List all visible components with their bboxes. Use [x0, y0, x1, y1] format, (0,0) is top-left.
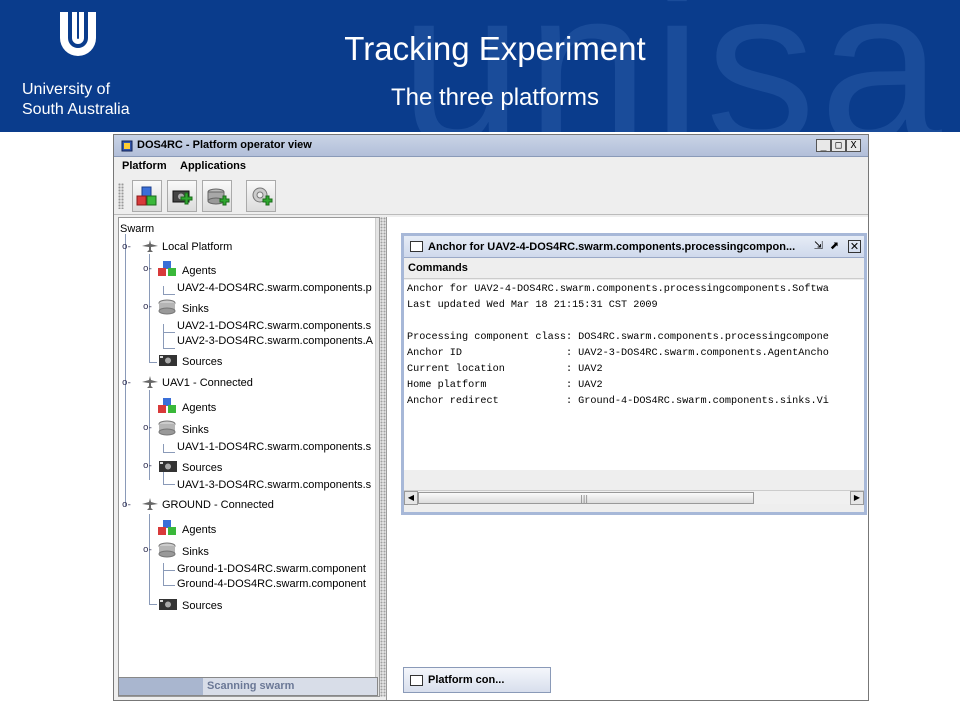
tree-node-sinks[interactable]: Sinks [157, 299, 209, 315]
text-line: Last updated Wed Mar 18 21:15:31 CST 200… [407, 300, 658, 311]
tree-leaf-sink[interactable]: UAV2-1-DOS4RC.swarm.components.s [177, 318, 371, 334]
taskbar-button-label: Platform con... [428, 674, 505, 686]
tree-node-sources[interactable]: Sources [157, 458, 222, 474]
status-progress [119, 678, 203, 695]
tree-leaf-sink[interactable]: UAV1-1-DOS4RC.swarm.components.s [177, 439, 371, 455]
tree-leaf-source[interactable]: UAV1-3-DOS4RC.swarm.components.s [177, 477, 371, 493]
tree-node-agents[interactable]: Agents [157, 261, 216, 277]
agents-cubes-icon [158, 520, 176, 535]
minimize-button[interactable]: _ [816, 139, 831, 152]
menu-commands[interactable]: Commands [408, 262, 468, 274]
tree-leaf-sink[interactable]: UAV2-3-DOS4RC.swarm.components.A [177, 333, 373, 349]
menu-platform[interactable]: Platform [122, 160, 167, 172]
slide-header: unisa University of South Australia Trac… [0, 0, 960, 132]
close-button[interactable]: X [846, 139, 861, 152]
text-line: Anchor redirect : Ground-4-DOS4RC.swarm.… [407, 396, 829, 407]
tree-toggle[interactable]: o- [143, 461, 152, 471]
sinks-disk-icon [158, 299, 176, 315]
tree-toggle[interactable]: o- [143, 423, 152, 433]
tree-node-local-platform[interactable]: Local Platform [141, 239, 232, 255]
tree-node-uav1[interactable]: UAV1 - Connected [141, 375, 253, 391]
swarm-tree[interactable]: Swarm o- Local Platform o- Agents UAV2-4… [118, 217, 380, 697]
airplane-icon [142, 240, 158, 252]
toolbar-button-add-platform[interactable] [246, 180, 276, 212]
toolbar [114, 177, 868, 215]
menu-applications[interactable]: Applications [180, 160, 246, 172]
maximize-button[interactable]: □ [831, 139, 846, 152]
toolbar-button-add-source[interactable] [167, 180, 197, 212]
scroll-left-icon[interactable]: ◀ [404, 491, 418, 505]
tree-toggle[interactable]: o- [122, 242, 131, 252]
text-line: Current location : UAV2 [407, 364, 603, 375]
window-titlebar[interactable]: DOS4RC - Platform operator view _ □ X [114, 135, 868, 157]
anchor-internal-frame: Anchor for UAV2-4-DOS4RC.swarm.component… [401, 233, 867, 515]
sources-camera-icon [159, 599, 177, 610]
horizontal-scrollbar[interactable]: ◀ ||| ▶ [404, 490, 864, 505]
iconify-icon[interactable]: ⇲ [812, 240, 825, 253]
add-platform-icon [252, 187, 273, 206]
window-title: DOS4RC - Platform operator view [137, 139, 312, 151]
tree-node-sinks[interactable]: Sinks [157, 542, 209, 558]
tree-leaf-sink[interactable]: Ground-1-DOS4RC.swarm.component [177, 561, 366, 577]
sinks-disk-icon [158, 420, 176, 436]
text-line: Anchor for UAV2-4-DOS4RC.swarm.component… [407, 284, 829, 295]
toolbar-grip[interactable] [118, 183, 124, 209]
tree-node-sources[interactable]: Sources [157, 352, 222, 368]
tree-toggle[interactable]: o- [143, 545, 152, 555]
airplane-icon [142, 376, 158, 388]
tree-toggle[interactable]: o- [122, 500, 131, 510]
status-text: Scanning swarm [207, 680, 295, 692]
sources-camera-icon [159, 461, 177, 472]
tree-root-swarm[interactable]: Swarm [120, 221, 154, 237]
window-icon [410, 675, 423, 686]
status-bar: Scanning swarm [118, 677, 378, 696]
tree-node-sinks[interactable]: Sinks [157, 420, 209, 436]
tree-node-sources[interactable]: Sources [157, 596, 222, 612]
slide-title: Tracking Experiment [344, 30, 646, 67]
tree-toggle[interactable]: o- [143, 302, 152, 312]
slide-subtitle: The three platforms [390, 84, 600, 111]
agents-cubes-icon [158, 261, 176, 276]
agents-cubes-icon [158, 398, 176, 413]
scroll-right-icon[interactable]: ▶ [850, 491, 864, 505]
tree-leaf-sink[interactable]: Ground-4-DOS4RC.swarm.component [177, 576, 366, 592]
window-icon [410, 241, 423, 252]
tree-toggle[interactable]: o- [122, 378, 131, 388]
toolbar-button-add-sink[interactable] [202, 180, 232, 212]
menu-bar: Platform Applications [114, 157, 868, 177]
frame-menu-bar: Commands [404, 259, 864, 279]
desktop-pane: Anchor for UAV2-4-DOS4RC.swarm.component… [386, 217, 868, 700]
scroll-thumb[interactable]: ||| [418, 492, 754, 504]
toolbar-button-add-agent[interactable] [132, 180, 162, 212]
frame-titlebar[interactable]: Anchor for UAV2-4-DOS4RC.swarm.component… [404, 236, 864, 258]
app-window: DOS4RC - Platform operator view _ □ X Pl… [113, 134, 869, 701]
tree-node-agents[interactable]: Agents [157, 520, 216, 536]
frame-title: Anchor for UAV2-4-DOS4RC.swarm.component… [428, 241, 796, 253]
tree-toggle[interactable]: o- [143, 264, 152, 274]
text-line: Anchor ID : UAV2-3-DOS4RC.swarm.componen… [407, 348, 829, 359]
add-sink-icon [207, 188, 230, 206]
tree-leaf-agent[interactable]: UAV2-4-DOS4RC.swarm.components.p [177, 280, 372, 296]
close-icon[interactable]: ✕ [848, 240, 861, 253]
text-line: Home platform : UAV2 [407, 380, 603, 391]
app-icon [121, 140, 133, 152]
add-source-icon [172, 190, 193, 205]
text-line: Processing component class: DOS4RC.swarm… [407, 332, 829, 343]
tree-node-agents[interactable]: Agents [157, 398, 216, 414]
airplane-icon [142, 498, 158, 510]
anchor-details-text: Anchor for UAV2-4-DOS4RC.swarm.component… [404, 280, 864, 470]
maximize-icon[interactable]: ⬈ [828, 240, 841, 253]
tree-node-ground[interactable]: GROUND - Connected [141, 497, 274, 513]
add-agent-icon [136, 186, 157, 206]
scroll-grip: ||| [580, 494, 589, 503]
sources-camera-icon [159, 355, 177, 366]
sinks-disk-icon [158, 542, 176, 558]
taskbar-platform-console-button[interactable]: Platform con... [403, 667, 551, 693]
